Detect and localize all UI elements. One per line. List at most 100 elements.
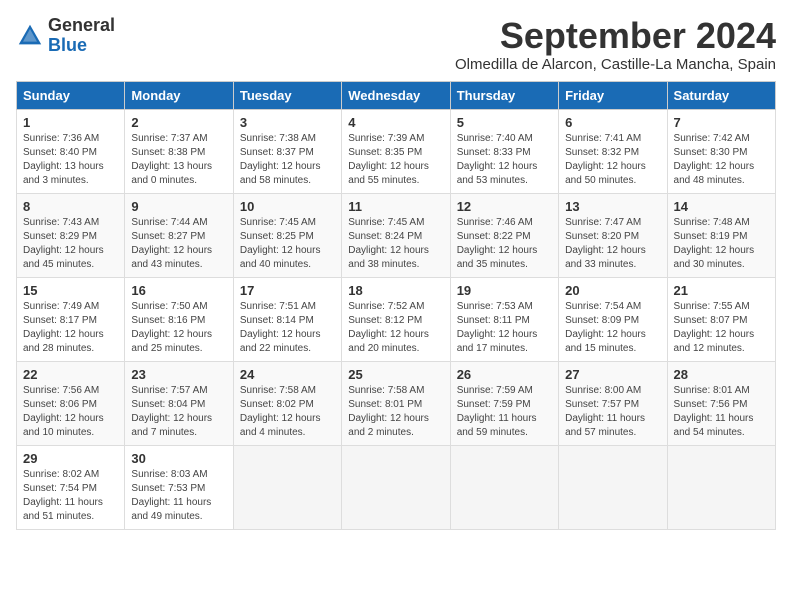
day-number: 3 — [240, 115, 335, 130]
calendar-cell: 3 Sunrise: 7:38 AM Sunset: 8:37 PM Daylig… — [233, 109, 341, 193]
calendar-cell: 15 Sunrise: 7:49 AM Sunset: 8:17 PM Dayli… — [17, 277, 125, 361]
day-info: Sunrise: 7:55 AM Sunset: 8:07 PM Dayligh… — [674, 300, 769, 356]
calendar-cell: 12 Sunrise: 7:46 AM Sunset: 8:22 PM Dayli… — [450, 193, 558, 277]
calendar-cell: 11Sunrise: 7:45 AM Sunset: 8:24 PM Dayli… — [342, 193, 450, 277]
calendar-header-row: SundayMondayTuesdayWednesdayThursdayFrid… — [17, 81, 776, 109]
calendar-week-3: 15 Sunrise: 7:49 AM Sunset: 8:17 PM Dayli… — [17, 277, 776, 361]
logo-general: General — [48, 15, 115, 35]
day-info: Sunrise: 7:38 AM Sunset: 8:37 PM Dayligh… — [240, 132, 335, 188]
day-info: Sunrise: 7:58 AM Sunset: 8:02 PM Dayligh… — [240, 384, 335, 440]
calendar-cell: 22 Sunrise: 7:56 AM Sunset: 8:06 PM Dayli… — [17, 361, 125, 445]
day-info: Sunrise: 7:56 AM Sunset: 8:06 PM Dayligh… — [23, 384, 118, 440]
day-number: 28 — [674, 367, 769, 382]
day-number: 25 — [348, 367, 443, 382]
day-number: 18 — [348, 283, 443, 298]
calendar-cell: 19 Sunrise: 7:53 AM Sunset: 8:11 PM Dayli… — [450, 277, 558, 361]
calendar-cell: 23 Sunrise: 7:57 AM Sunset: 8:04 PM Dayli… — [125, 361, 233, 445]
day-number: 12 — [457, 199, 552, 214]
calendar-cell: 1Sunrise: 7:36 AM Sunset: 8:40 PM Daylig… — [17, 109, 125, 193]
day-number: 13 — [565, 199, 660, 214]
calendar-cell: 30 Sunrise: 8:03 AM Sunset: 7:53 PM Dayli… — [125, 445, 233, 529]
calendar-header-wednesday: Wednesday — [342, 81, 450, 109]
logo: General Blue — [16, 16, 115, 56]
calendar-header-tuesday: Tuesday — [233, 81, 341, 109]
month-title: September 2024 — [455, 16, 776, 56]
calendar-cell: 16 Sunrise: 7:50 AM Sunset: 8:16 PM Dayli… — [125, 277, 233, 361]
calendar-cell: 29 Sunrise: 8:02 AM Sunset: 7:54 PM Dayli… — [17, 445, 125, 529]
calendar-cell — [559, 445, 667, 529]
day-info: Sunrise: 7:52 AM Sunset: 8:12 PM Dayligh… — [348, 300, 443, 356]
day-number: 30 — [131, 451, 226, 466]
calendar-header-monday: Monday — [125, 81, 233, 109]
day-number: 6 — [565, 115, 660, 130]
day-info: Sunrise: 7:43 AM Sunset: 8:29 PM Dayligh… — [23, 216, 118, 272]
day-info: Sunrise: 7:46 AM Sunset: 8:22 PM Dayligh… — [457, 216, 552, 272]
calendar-cell: 5 Sunrise: 7:40 AM Sunset: 8:33 PM Daylig… — [450, 109, 558, 193]
day-info: Sunrise: 8:02 AM Sunset: 7:54 PM Dayligh… — [23, 468, 118, 524]
logo-text: General Blue — [48, 16, 115, 56]
calendar-week-1: 1Sunrise: 7:36 AM Sunset: 8:40 PM Daylig… — [17, 109, 776, 193]
day-info: Sunrise: 7:51 AM Sunset: 8:14 PM Dayligh… — [240, 300, 335, 356]
day-info: Sunrise: 7:37 AM Sunset: 8:38 PM Dayligh… — [131, 132, 226, 188]
day-info: Sunrise: 7:41 AM Sunset: 8:32 PM Dayligh… — [565, 132, 660, 188]
location: Olmedilla de Alarcon, Castille-La Mancha… — [455, 56, 776, 73]
calendar-cell — [667, 445, 775, 529]
day-number: 22 — [23, 367, 118, 382]
calendar-header-saturday: Saturday — [667, 81, 775, 109]
logo-icon — [16, 22, 44, 50]
day-number: 20 — [565, 283, 660, 298]
calendar-header-thursday: Thursday — [450, 81, 558, 109]
day-info: Sunrise: 7:57 AM Sunset: 8:04 PM Dayligh… — [131, 384, 226, 440]
day-info: Sunrise: 7:49 AM Sunset: 8:17 PM Dayligh… — [23, 300, 118, 356]
day-number: 27 — [565, 367, 660, 382]
calendar-cell: 7Sunrise: 7:42 AM Sunset: 8:30 PM Daylig… — [667, 109, 775, 193]
calendar-cell — [450, 445, 558, 529]
day-number: 11 — [348, 199, 443, 214]
day-number: 29 — [23, 451, 118, 466]
day-number: 16 — [131, 283, 226, 298]
day-number: 23 — [131, 367, 226, 382]
day-info: Sunrise: 7:45 AM Sunset: 8:25 PM Dayligh… — [240, 216, 335, 272]
calendar-cell: 26 Sunrise: 7:59 AM Sunset: 7:59 PM Dayli… — [450, 361, 558, 445]
calendar-cell: 20Sunrise: 7:54 AM Sunset: 8:09 PM Dayli… — [559, 277, 667, 361]
day-number: 24 — [240, 367, 335, 382]
calendar-cell: 10Sunrise: 7:45 AM Sunset: 8:25 PM Dayli… — [233, 193, 341, 277]
calendar-cell — [233, 445, 341, 529]
title-block: September 2024 Olmedilla de Alarcon, Cas… — [455, 16, 776, 73]
calendar-cell: 21 Sunrise: 7:55 AM Sunset: 8:07 PM Dayli… — [667, 277, 775, 361]
day-number: 4 — [348, 115, 443, 130]
day-info: Sunrise: 7:47 AM Sunset: 8:20 PM Dayligh… — [565, 216, 660, 272]
calendar-cell: 18 Sunrise: 7:52 AM Sunset: 8:12 PM Dayli… — [342, 277, 450, 361]
day-info: Sunrise: 8:03 AM Sunset: 7:53 PM Dayligh… — [131, 468, 226, 524]
calendar-header-sunday: Sunday — [17, 81, 125, 109]
calendar-cell — [342, 445, 450, 529]
calendar-cell: 13 Sunrise: 7:47 AM Sunset: 8:20 PM Dayli… — [559, 193, 667, 277]
day-info: Sunrise: 7:48 AM Sunset: 8:19 PM Dayligh… — [674, 216, 769, 272]
calendar-cell: 9Sunrise: 7:44 AM Sunset: 8:27 PM Daylig… — [125, 193, 233, 277]
day-number: 19 — [457, 283, 552, 298]
day-info: Sunrise: 7:42 AM Sunset: 8:30 PM Dayligh… — [674, 132, 769, 188]
calendar-cell: 17 Sunrise: 7:51 AM Sunset: 8:14 PM Dayli… — [233, 277, 341, 361]
day-number: 17 — [240, 283, 335, 298]
day-number: 26 — [457, 367, 552, 382]
calendar-cell: 27Sunrise: 8:00 AM Sunset: 7:57 PM Dayli… — [559, 361, 667, 445]
day-number: 8 — [23, 199, 118, 214]
calendar-cell: 4 Sunrise: 7:39 AM Sunset: 8:35 PM Daylig… — [342, 109, 450, 193]
calendar-cell: 28Sunrise: 8:01 AM Sunset: 7:56 PM Dayli… — [667, 361, 775, 445]
day-info: Sunrise: 7:40 AM Sunset: 8:33 PM Dayligh… — [457, 132, 552, 188]
calendar-cell: 8 Sunrise: 7:43 AM Sunset: 8:29 PM Daylig… — [17, 193, 125, 277]
day-info: Sunrise: 7:58 AM Sunset: 8:01 PM Dayligh… — [348, 384, 443, 440]
calendar-header-friday: Friday — [559, 81, 667, 109]
day-number: 21 — [674, 283, 769, 298]
day-number: 15 — [23, 283, 118, 298]
day-number: 5 — [457, 115, 552, 130]
day-number: 9 — [131, 199, 226, 214]
calendar-week-4: 22 Sunrise: 7:56 AM Sunset: 8:06 PM Dayli… — [17, 361, 776, 445]
day-info: Sunrise: 7:59 AM Sunset: 7:59 PM Dayligh… — [457, 384, 552, 440]
day-info: Sunrise: 7:53 AM Sunset: 8:11 PM Dayligh… — [457, 300, 552, 356]
calendar-week-2: 8 Sunrise: 7:43 AM Sunset: 8:29 PM Daylig… — [17, 193, 776, 277]
day-info: Sunrise: 7:36 AM Sunset: 8:40 PM Dayligh… — [23, 132, 118, 188]
calendar-cell: 25 Sunrise: 7:58 AM Sunset: 8:01 PM Dayli… — [342, 361, 450, 445]
day-info: Sunrise: 7:39 AM Sunset: 8:35 PM Dayligh… — [348, 132, 443, 188]
day-info: Sunrise: 7:50 AM Sunset: 8:16 PM Dayligh… — [131, 300, 226, 356]
